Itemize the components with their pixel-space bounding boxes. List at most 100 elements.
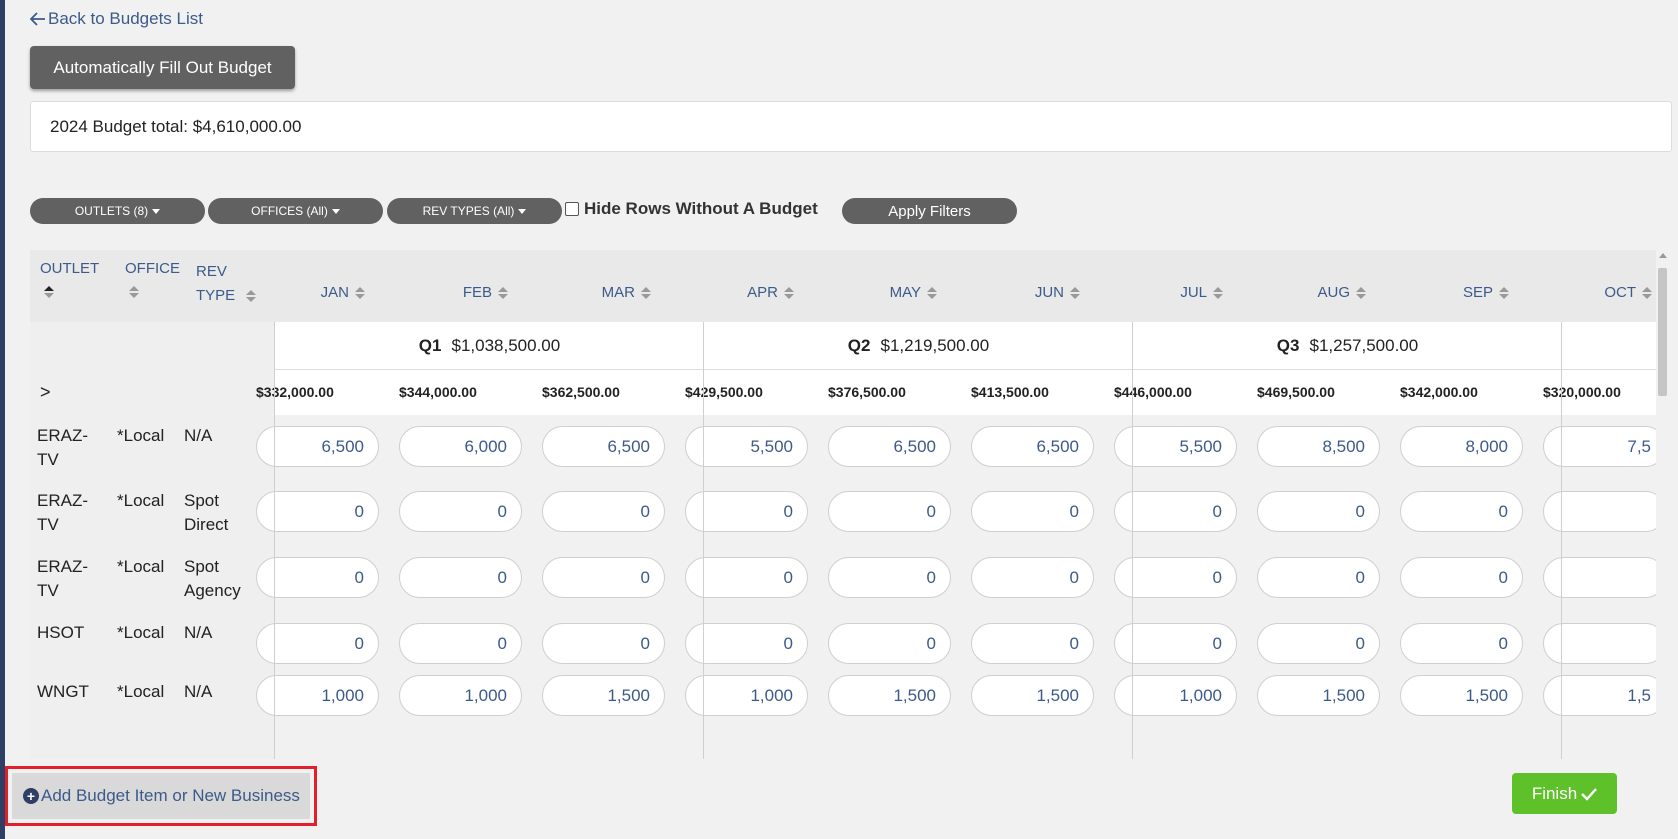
quarter-divider bbox=[703, 322, 704, 759]
column-header-month[interactable]: APR bbox=[685, 284, 808, 301]
column-header-office[interactable]: OFFICE bbox=[125, 260, 180, 300]
scroll-up-arrow-icon[interactable] bbox=[1659, 253, 1667, 258]
column-header-month[interactable]: MAR bbox=[542, 284, 665, 301]
column-header-month[interactable]: JUN bbox=[971, 284, 1094, 301]
outlets-filter-label: OUTLETS (8) bbox=[74, 204, 149, 218]
budget-value-input[interactable]: 1,500 bbox=[1400, 675, 1523, 716]
budget-value-input[interactable]: 6,500 bbox=[971, 426, 1094, 467]
month-total: $342,000.00 bbox=[1400, 384, 1478, 400]
offices-filter-dropdown[interactable]: OFFICES (All) bbox=[208, 198, 383, 224]
budget-value-input[interactable]: 0 bbox=[542, 557, 665, 598]
sort-icon bbox=[1499, 287, 1509, 300]
sort-icon bbox=[641, 287, 651, 300]
sort-icon bbox=[1356, 287, 1366, 300]
sort-icon bbox=[129, 286, 139, 299]
budget-value-input[interactable]: 6,000 bbox=[399, 426, 522, 467]
budget-value-input[interactable]: 0 bbox=[828, 557, 951, 598]
sort-icon bbox=[1642, 287, 1652, 300]
column-header-month[interactable]: MAY bbox=[828, 284, 951, 301]
outlets-filter-dropdown[interactable]: OUTLETS (8) bbox=[30, 198, 205, 224]
month-header-label: FEB bbox=[462, 284, 492, 301]
budget-value-input[interactable]: 0 bbox=[1400, 491, 1523, 532]
column-header-month[interactable]: FEB bbox=[399, 284, 522, 301]
caret-down-icon bbox=[152, 208, 161, 214]
column-header-month[interactable]: OCT bbox=[1543, 284, 1666, 301]
budget-value-input[interactable]: 0 bbox=[971, 491, 1094, 532]
month-header-label: APR bbox=[747, 284, 778, 301]
scrollbar-thumb[interactable] bbox=[1658, 268, 1667, 396]
budget-value-input[interactable]: 0 bbox=[1257, 623, 1380, 664]
budget-value-input[interactable]: 0 bbox=[828, 623, 951, 664]
sort-icon bbox=[44, 286, 54, 299]
budget-value-input[interactable]: 0 bbox=[399, 623, 522, 664]
month-header-label: MAR bbox=[601, 284, 635, 301]
row-outlet: ERAZ- TV bbox=[37, 491, 88, 534]
back-to-budgets-link[interactable]: Back to Budgets List bbox=[30, 9, 203, 29]
plus-circle-icon: + bbox=[23, 788, 39, 804]
budget-value-input[interactable]: 0 bbox=[542, 491, 665, 532]
budget-value-input[interactable]: 0 bbox=[542, 623, 665, 664]
quarter-total: Q1 $1,038,500.00 bbox=[274, 322, 705, 369]
column-header-month[interactable]: JUL bbox=[1114, 284, 1237, 301]
budget-value-input[interactable]: 0 bbox=[971, 557, 1094, 598]
month-header-label: SEP bbox=[1462, 284, 1493, 301]
office-header-label: OFFICE bbox=[125, 260, 180, 277]
back-link-label: Back to Budgets List bbox=[48, 9, 203, 28]
hide-rows-label: Hide Rows Without A Budget bbox=[584, 199, 818, 218]
budget-value-input[interactable]: 1,500 bbox=[542, 675, 665, 716]
hide-rows-checkbox[interactable] bbox=[565, 202, 579, 216]
hide-rows-toggle[interactable]: Hide Rows Without A Budget bbox=[565, 199, 818, 219]
column-header-month[interactable]: AUG bbox=[1257, 284, 1380, 301]
row-outlet: WNGT bbox=[37, 682, 89, 701]
add-budget-item-label: Add Budget Item or New Business bbox=[41, 786, 300, 805]
quarter-total: Q3 $1,257,500.00 bbox=[1132, 322, 1563, 369]
month-header-label: OCT bbox=[1604, 284, 1636, 301]
quarter-label: Q1 bbox=[418, 335, 442, 355]
chevron-right-icon[interactable]: > bbox=[40, 382, 51, 403]
budget-value-input[interactable]: 8,000 bbox=[1400, 426, 1523, 467]
budget-value-input[interactable]: 1,500 bbox=[1257, 675, 1380, 716]
outlet-header-label: OUTLET bbox=[40, 260, 100, 277]
row-office: *Local bbox=[117, 557, 165, 576]
budget-value-input[interactable]: 0 bbox=[828, 491, 951, 532]
month-total: $429,500.00 bbox=[685, 384, 763, 400]
budget-value-input[interactable]: 0 bbox=[1400, 623, 1523, 664]
column-header-month[interactable]: SEP bbox=[1400, 284, 1523, 301]
month-total: $469,500.00 bbox=[1257, 384, 1335, 400]
budget-value-input[interactable]: 0 bbox=[1257, 557, 1380, 598]
column-header-month[interactable]: JAN bbox=[256, 284, 379, 301]
check-icon bbox=[1581, 787, 1598, 801]
sort-icon bbox=[498, 287, 508, 300]
row-outlet: HSOT bbox=[37, 623, 85, 642]
budget-value-input[interactable]: 8,500 bbox=[1257, 426, 1380, 467]
budget-value-input[interactable]: 1,000 bbox=[399, 675, 522, 716]
budget-value-input[interactable]: 6,500 bbox=[828, 426, 951, 467]
revtypes-filter-dropdown[interactable]: REV TYPES (All) bbox=[387, 198, 562, 224]
finish-button[interactable]: Finish bbox=[1512, 773, 1617, 814]
budget-value-input[interactable]: 6,500 bbox=[542, 426, 665, 467]
add-budget-item-button[interactable]: + Add Budget Item or New Business bbox=[12, 773, 310, 819]
budget-value-input[interactable]: 0 bbox=[1400, 557, 1523, 598]
apply-filters-label: Apply Filters bbox=[888, 202, 971, 220]
budget-value-input[interactable]: 1,500 bbox=[971, 675, 1094, 716]
quarter-divider bbox=[1132, 322, 1133, 759]
row-rev-type: N/A bbox=[184, 623, 213, 642]
budget-value-input[interactable]: 0 bbox=[1257, 491, 1380, 532]
sort-icon bbox=[1070, 287, 1080, 300]
column-header-outlet[interactable]: OUTLET bbox=[40, 260, 99, 300]
budget-value-input[interactable]: 0 bbox=[971, 623, 1094, 664]
quarter-total: Q2 $1,219,500.00 bbox=[703, 322, 1134, 369]
revtypes-filter-label: REV TYPES (All) bbox=[422, 204, 515, 218]
quarter-divider bbox=[1561, 322, 1562, 759]
apply-filters-button[interactable]: Apply Filters bbox=[842, 198, 1017, 224]
budget-value-input[interactable]: 1,500 bbox=[828, 675, 951, 716]
month-total: $362,500.00 bbox=[542, 384, 620, 400]
autofill-budget-button[interactable]: Automatically Fill Out Budget bbox=[30, 46, 295, 89]
row-office: *Local bbox=[117, 623, 165, 642]
month-total: $344,000.00 bbox=[399, 384, 477, 400]
left-accent-bar bbox=[0, 0, 5, 839]
table-scrollbar[interactable] bbox=[1656, 250, 1669, 759]
sort-icon bbox=[927, 287, 937, 300]
budget-value-input[interactable]: 0 bbox=[399, 491, 522, 532]
budget-value-input[interactable]: 0 bbox=[399, 557, 522, 598]
